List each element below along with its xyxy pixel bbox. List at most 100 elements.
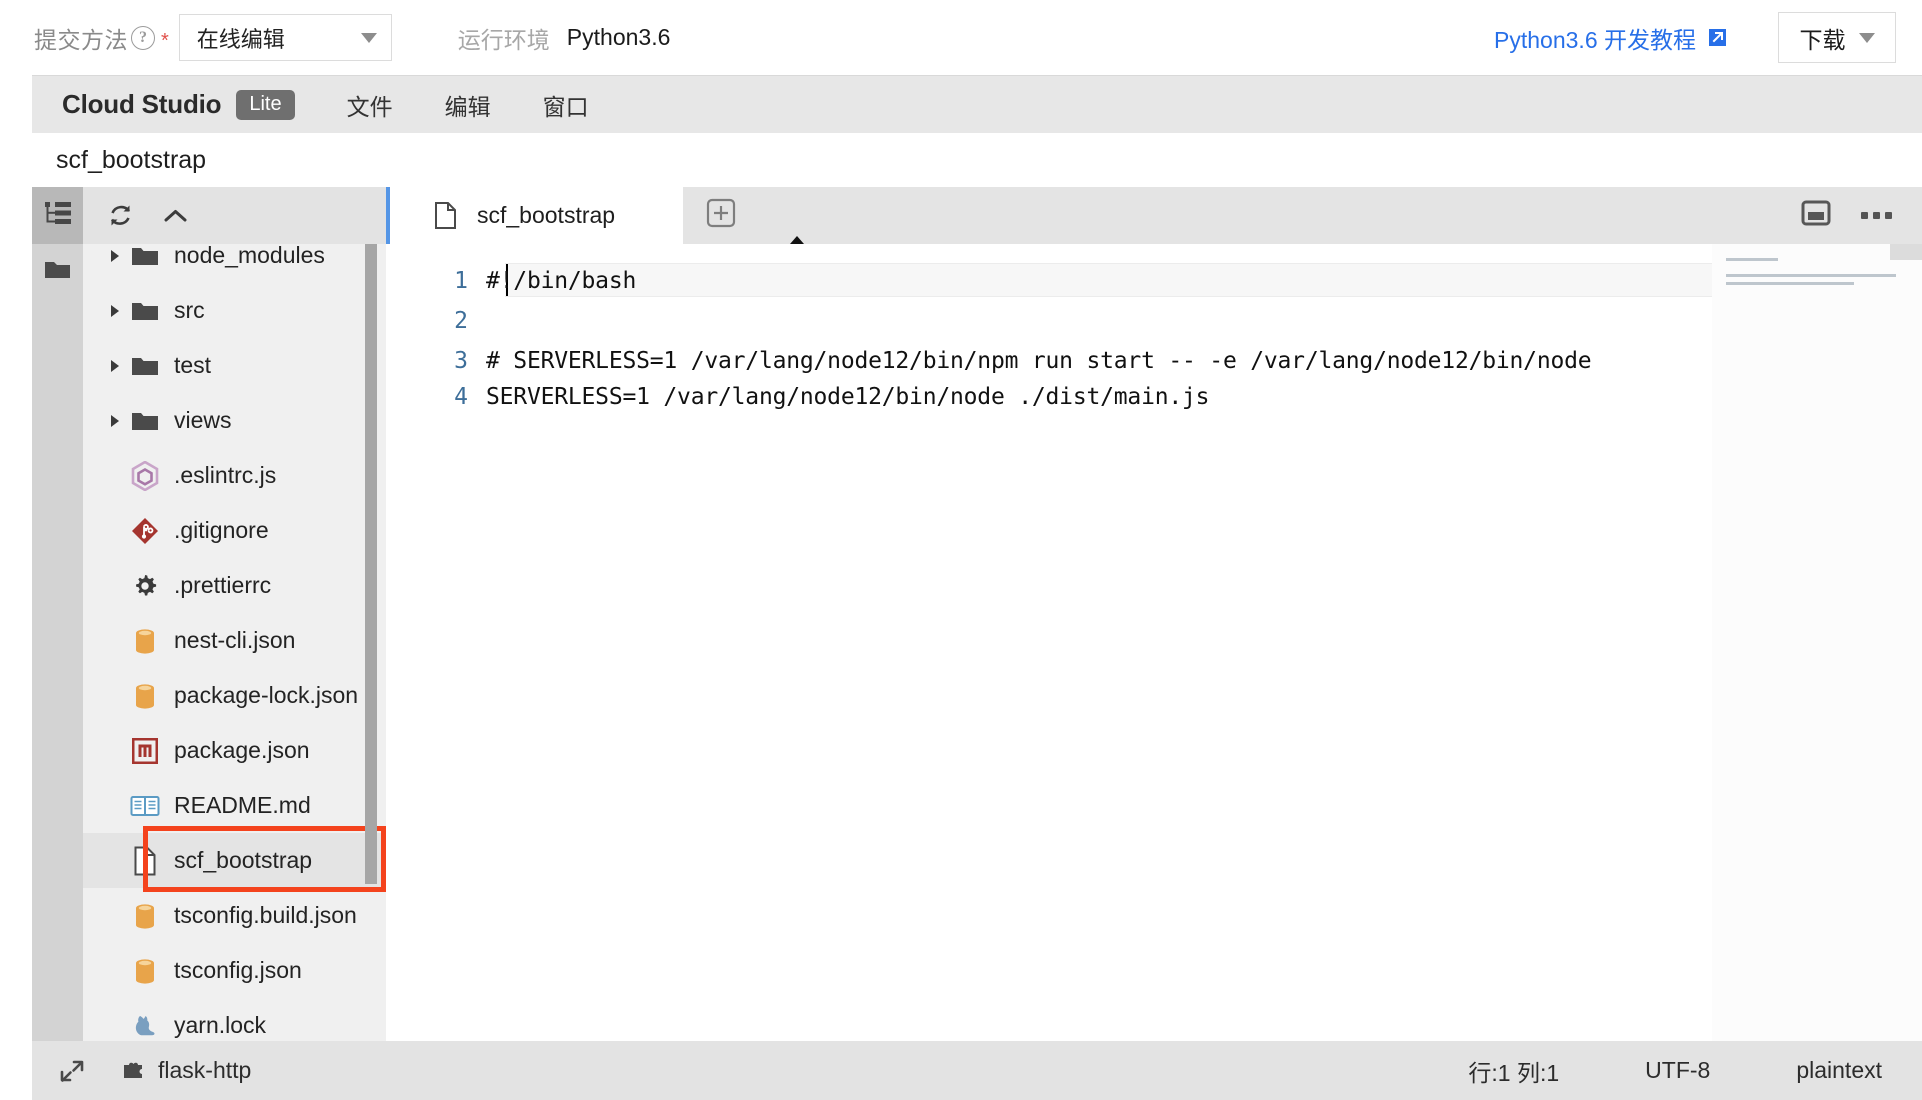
chevron-right-icon[interactable] xyxy=(104,303,126,319)
line-text: # SERVERLESS=1 /var/lang/node12/bin/npm … xyxy=(486,348,1592,374)
plain-file-icon xyxy=(130,846,160,876)
chevron-right-icon[interactable] xyxy=(104,358,126,374)
file-tree-item-label: node_modules xyxy=(174,244,325,268)
file-tree-item-package-lock-json[interactable]: package-lock.json xyxy=(83,668,386,723)
file-tree-item-scf-bootstrap[interactable]: scf_bootstrap xyxy=(83,833,386,888)
file-tree-item-nest-cli-json[interactable]: nest-cli.json xyxy=(83,613,386,668)
tutorial-link[interactable]: Python3.6 开发教程 xyxy=(1494,21,1728,55)
page-topbar: 提交方法 ? * 在线编辑 运行环境 Python3.6 Python3.6 开… xyxy=(0,0,1922,75)
file-tree-item-label: tsconfig.build.json xyxy=(174,902,357,928)
plain-file-icon xyxy=(430,201,460,230)
file-tree-item-label: test xyxy=(174,352,212,378)
explorer-scrollbar[interactable] xyxy=(365,244,377,884)
file-tree-item-label: .gitignore xyxy=(174,517,269,543)
activity-file-tree-button[interactable] xyxy=(32,187,83,244)
menu-window[interactable]: 窗口 xyxy=(543,88,589,122)
code-line: 2 xyxy=(386,303,1922,339)
required-asterisk: * xyxy=(161,29,169,52)
more-horizontal-icon[interactable] xyxy=(1861,212,1892,219)
menu-edit[interactable]: 编辑 xyxy=(445,88,491,122)
status-cursor-position[interactable]: 行:1 列:1 xyxy=(1468,1054,1559,1088)
file-tree-item--eslintrc-js[interactable]: .eslintrc.js xyxy=(83,448,386,503)
puzzle-icon xyxy=(120,1059,146,1083)
line-number: 1 xyxy=(454,268,468,294)
file-tree-item-tsconfig-build-json[interactable]: tsconfig.build.json xyxy=(83,888,386,943)
status-encoding[interactable]: UTF-8 xyxy=(1645,1057,1710,1084)
download-button[interactable]: 下载 xyxy=(1778,12,1896,63)
file-tree-item-label: yarn.lock xyxy=(174,1012,267,1038)
file-tree-item-package-json[interactable]: package.json xyxy=(83,723,386,778)
collapse-all-icon[interactable] xyxy=(162,206,189,226)
ide-workarea: node_modulessrc test views .eslintrc.js .git… xyxy=(32,187,1922,1042)
file-tree-item-label: src xyxy=(174,297,205,323)
line-number: 2 xyxy=(454,308,468,334)
file-tree-item-label: tsconfig.json xyxy=(174,957,302,983)
file-tree-item-test[interactable]: test xyxy=(83,338,386,393)
file-tree-item-views[interactable]: views xyxy=(83,393,386,448)
line-text: #!/bin/bash xyxy=(486,268,637,294)
chevron-down-icon xyxy=(1858,32,1875,43)
file-tree-item-label: nest-cli.json xyxy=(174,627,296,653)
menu-file[interactable]: 文件 xyxy=(347,88,393,122)
chevron-down-icon xyxy=(360,32,377,43)
question-circle-icon[interactable]: ? xyxy=(131,25,155,50)
json-icon xyxy=(130,957,160,985)
ide-title-row: scf_bootstrap xyxy=(32,133,1922,187)
file-tree-icon xyxy=(43,200,73,231)
file-tree-item-yarn-lock[interactable]: yarn.lock xyxy=(83,998,386,1042)
editor-tab-scf-bootstrap[interactable]: scf_bootstrap xyxy=(386,187,683,244)
editor-minimap[interactable] xyxy=(1712,244,1922,1042)
file-tree-item-node-modules[interactable]: node_modules xyxy=(83,244,386,283)
json-icon xyxy=(130,627,160,655)
ide-menubar: Cloud Studio Lite 文件 编辑 窗口 xyxy=(32,76,1922,133)
refresh-icon[interactable] xyxy=(107,202,134,229)
runtime-label: 运行环境 xyxy=(457,26,550,53)
json-icon xyxy=(130,682,160,710)
file-tree-item--gitignore[interactable]: .gitignore xyxy=(83,503,386,558)
explorer-panel: node_modulessrc test views .eslintrc.js .git… xyxy=(83,187,386,1042)
activity-folder-button[interactable] xyxy=(32,244,83,301)
file-tree-item-label: views xyxy=(174,407,232,433)
status-right-group: 行:1 列:1 UTF-8 plaintext xyxy=(1382,1054,1882,1088)
split-editor-icon[interactable] xyxy=(1801,200,1831,231)
json-icon xyxy=(130,902,160,930)
status-plugin[interactable]: flask-http xyxy=(120,1057,251,1084)
file-tree-item-label: package-lock.json xyxy=(174,682,359,708)
npm-icon xyxy=(130,737,160,764)
plus-square-icon xyxy=(706,198,736,233)
gear-icon xyxy=(130,572,160,600)
submit-method-value: 在线编辑 xyxy=(196,26,285,52)
markdown-icon xyxy=(130,794,160,818)
download-button-label: 下载 xyxy=(1799,26,1846,53)
editor-tab-label: scf_bootstrap xyxy=(477,202,616,228)
submit-method-select[interactable]: 在线编辑 xyxy=(178,14,392,61)
file-tree-item-src[interactable]: src xyxy=(83,283,386,338)
tutorial-link-label: Python3.6 开发教程 xyxy=(1494,26,1696,53)
eslint-icon xyxy=(130,460,160,491)
editor-actions xyxy=(1801,187,1922,244)
yarn-icon xyxy=(130,1013,160,1039)
status-language-mode[interactable]: plaintext xyxy=(1796,1057,1882,1084)
file-tree-item-readme-md[interactable]: README.md xyxy=(83,778,386,833)
file-tree[interactable]: node_modulessrc test views .eslintrc.js .git… xyxy=(83,244,386,1042)
tab-indicator-caret xyxy=(790,236,804,244)
file-tree-item-label: README.md xyxy=(174,792,311,818)
code-line: 3 # SERVERLESS=1 /var/lang/node12/bin/np… xyxy=(386,343,1922,379)
file-tree-item-label: .prettierrc xyxy=(174,572,272,598)
code-line: 4 SERVERLESS=1 /var/lang/node12/bin/node… xyxy=(386,379,1922,415)
status-plugin-label: flask-http xyxy=(158,1057,252,1083)
chevron-right-icon[interactable] xyxy=(104,413,126,429)
file-tree-item-label: .eslintrc.js xyxy=(174,462,277,488)
expand-arrows-icon[interactable] xyxy=(58,1057,86,1085)
code-editor[interactable]: 1 #!/bin/bash 2 3 # SERVERLESS=1 /var/la… xyxy=(386,244,1922,1042)
file-tree-item-tsconfig-json[interactable]: tsconfig.json xyxy=(83,943,386,998)
new-tab-button[interactable] xyxy=(683,187,759,244)
explorer-toolbar xyxy=(83,187,386,244)
activity-bar xyxy=(32,187,83,1042)
status-bar: flask-http 行:1 列:1 UTF-8 plaintext xyxy=(32,1041,1922,1100)
chevron-right-icon[interactable] xyxy=(104,248,126,264)
file-tree-item--prettierrc[interactable]: .prettierrc xyxy=(83,558,386,613)
line-text: SERVERLESS=1 /var/lang/node12/bin/node .… xyxy=(486,384,1210,410)
cloud-studio-logo: Cloud Studio xyxy=(62,89,222,119)
lite-badge: Lite xyxy=(236,89,295,120)
